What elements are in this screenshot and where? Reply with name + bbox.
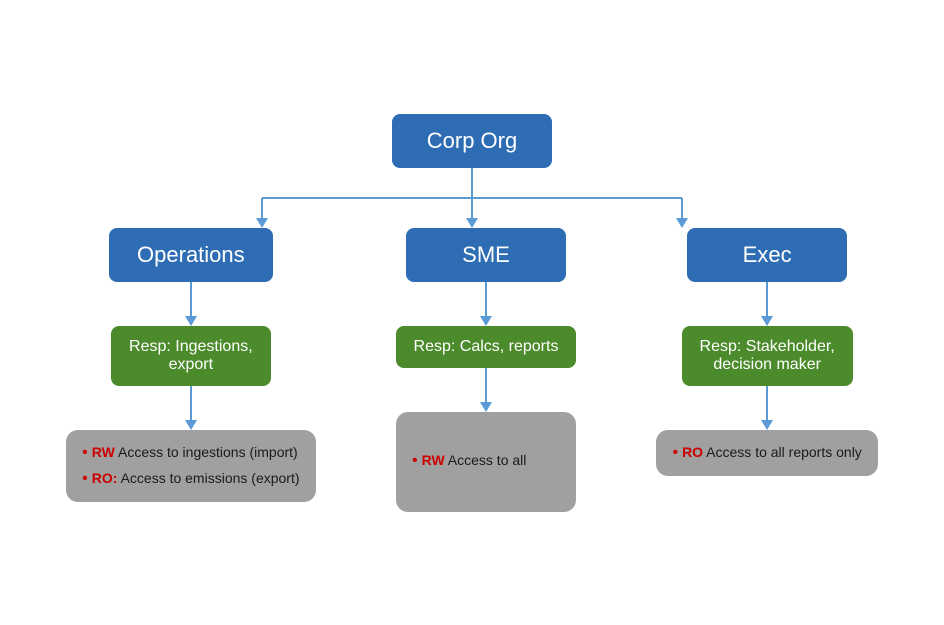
root-node: Corp Org [392,114,552,168]
branch-sme: SME Resp: Calcs, reports • RW Access to … [396,228,577,512]
operations-access: • RW Access to ingestions (import) • RO:… [66,430,315,503]
arrow-sme-1 [480,282,492,326]
bullet-exec-1: • [672,442,678,464]
bullet-sme-1: • [412,450,418,472]
exec-title: Exec [687,228,847,282]
bullet-ops-2: • [82,468,88,490]
arrow-exec-1 [761,282,773,326]
branch-exec: Exec Resp: Stakeholder,decision maker • … [656,228,877,512]
sme-access-1: RW Access to all [422,450,527,471]
sme-title: SME [406,228,566,282]
exec-access-1: RO Access to all reports only [682,442,862,463]
branch-operations: Operations Resp: Ingestions,export • RW … [66,228,315,512]
sme-access: • RW Access to all [396,412,576,512]
ops-access-1: RW Access to ingestions (import) [92,442,298,463]
operations-resp: Resp: Ingestions,export [111,326,271,386]
arrow-ops-1 [185,282,197,326]
bullet-ops-1: • [82,442,88,464]
exec-resp: Resp: Stakeholder,decision maker [682,326,853,386]
operations-title: Operations [109,228,273,282]
arrow-sme-2 [480,368,492,412]
org-chart: Corp Org Operations Resp: Ingestions,exp… [22,114,922,512]
arrow-ops-2 [185,386,197,430]
sme-resp: Resp: Calcs, reports [396,326,577,368]
arrow-exec-2 [761,386,773,430]
top-connector-svg [162,168,782,228]
exec-access: • RO Access to all reports only [656,430,877,476]
ops-access-2: RO: Access to emissions (export) [92,468,300,489]
